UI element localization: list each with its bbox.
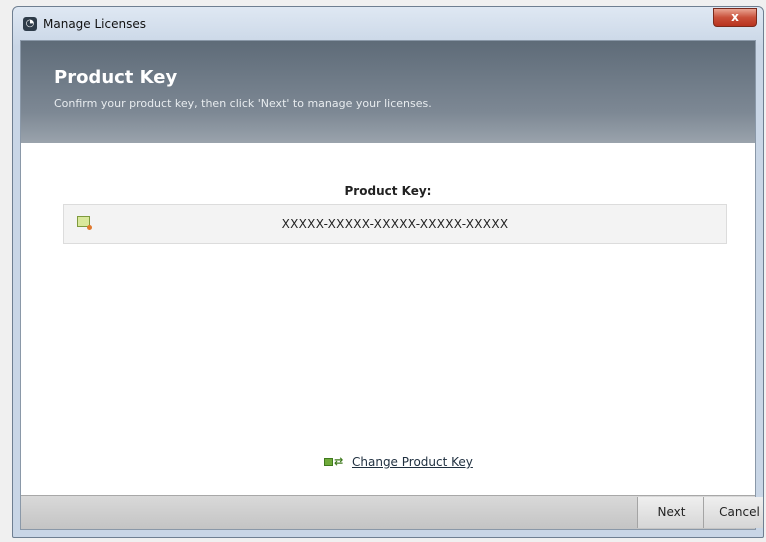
page-subtitle: Confirm your product key, then click 'Ne… <box>54 97 432 110</box>
product-key-row: XXXXX-XXXXX-XXXXX-XXXXX-XXXXX <box>63 204 727 244</box>
window-title: Manage Licenses <box>43 17 146 31</box>
button-bar: Next Cancel <box>21 495 763 529</box>
header-banner: Product Key Confirm your product key, th… <box>21 41 755 143</box>
app-icon: ◔ <box>23 17 37 31</box>
next-button[interactable]: Next <box>637 497 705 528</box>
change-product-key-label[interactable]: Change Product Key <box>352 455 473 469</box>
cancel-button[interactable]: Cancel <box>703 497 763 528</box>
product-key-value: XXXXX-XXXXX-XXXXX-XXXXX-XXXXX <box>281 217 509 231</box>
change-key-icon: ⇄ <box>324 456 344 468</box>
product-key-label: Product Key: <box>344 184 432 198</box>
title-bar[interactable]: ◔ Manage Licenses x <box>13 7 763 39</box>
page-title: Product Key <box>54 67 178 88</box>
dialog-content: Product Key Confirm your product key, th… <box>20 40 763 530</box>
manage-licenses-window: ◔ Manage Licenses x Product Key Confirm … <box>12 6 764 538</box>
change-product-key-link[interactable]: ⇄ Change Product Key <box>324 454 473 470</box>
close-button[interactable]: x <box>713 8 757 27</box>
